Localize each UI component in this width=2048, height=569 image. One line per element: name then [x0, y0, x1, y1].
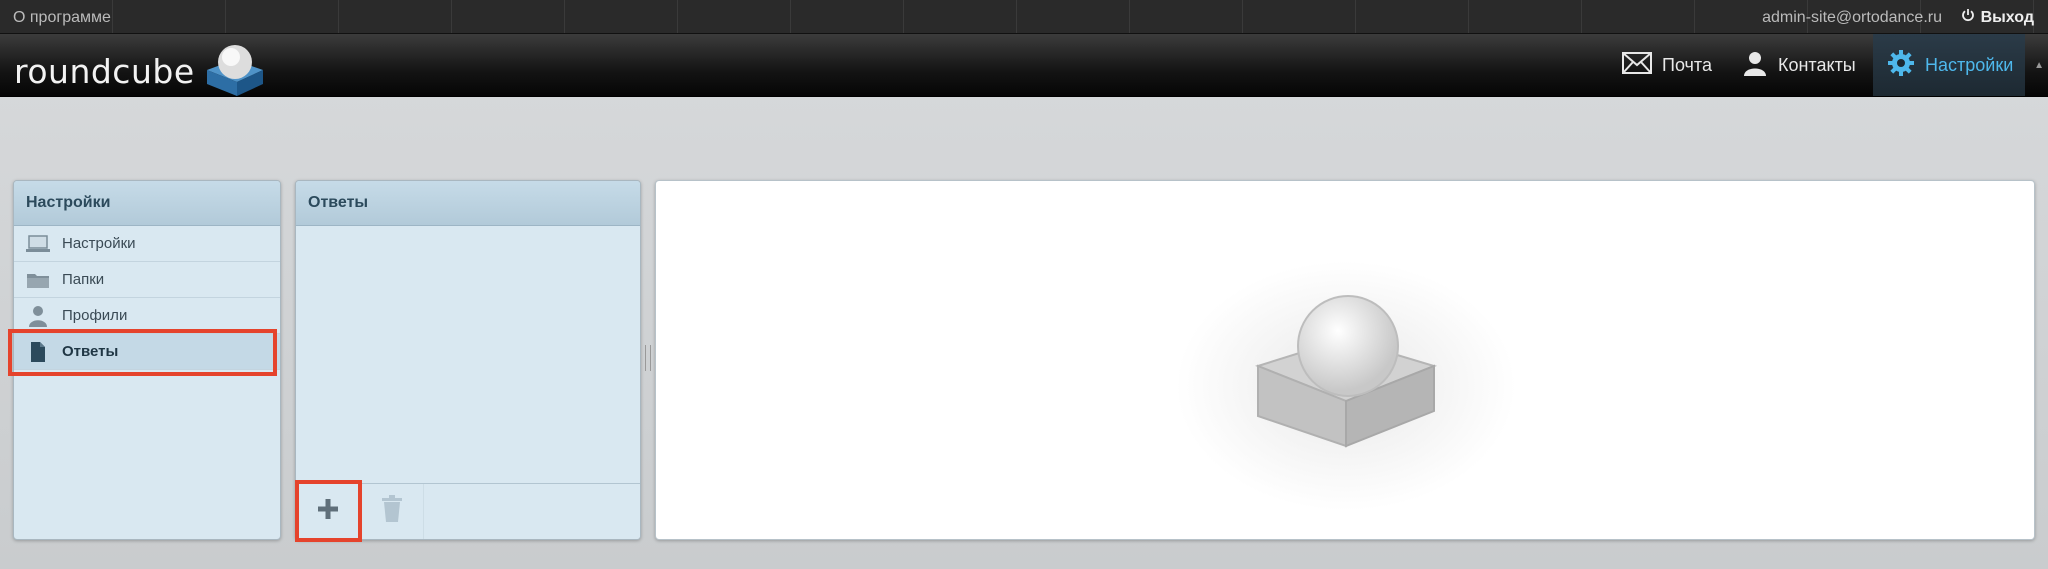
nav-contacts[interactable]: Контакты: [1742, 34, 1856, 96]
settings-item-label: Настройки: [62, 235, 136, 252]
responses-list[interactable]: [296, 226, 640, 486]
logout-label: Выход: [1980, 8, 2034, 26]
settings-item-label: Папки: [62, 271, 105, 288]
trash-icon: [381, 495, 403, 528]
gear-icon: [1887, 49, 1915, 82]
add-icon: [316, 497, 340, 526]
roundcube-watermark-icon: [1166, 251, 1526, 516]
nav-contacts-label: Контакты: [1778, 54, 1856, 75]
settings-panel: Настройки Настройки Папки Профили Ответы: [13, 180, 281, 540]
top-bar: О программе admin-site@ortodance.ru Выхо…: [0, 0, 2048, 34]
content-panel: [655, 180, 2035, 540]
delete-response-button[interactable]: [360, 484, 424, 539]
power-icon: [1961, 8, 1975, 27]
logo-text: roundcube: [14, 52, 195, 91]
panel-splitter[interactable]: [645, 345, 651, 371]
person-icon: [1742, 50, 1768, 81]
user-email: admin-site@ortodance.ru: [1762, 9, 1942, 26]
nav-settings[interactable]: Настройки: [1873, 34, 2025, 96]
settings-item-preferences[interactable]: Настройки: [14, 226, 280, 262]
nav-mail[interactable]: Почта: [1622, 34, 1712, 96]
settings-item-label: Ответы: [62, 343, 119, 360]
responses-panel: Ответы: [295, 180, 641, 540]
envelope-icon: [1622, 51, 1652, 79]
logout-button[interactable]: Выход: [1961, 8, 2034, 27]
settings-item-responses[interactable]: Ответы: [14, 334, 280, 370]
user-icon: [26, 305, 50, 327]
settings-item-label: Профили: [62, 307, 128, 324]
settings-nav-list: Настройки Папки Профили Ответы: [14, 226, 280, 370]
collapse-arrow-icon[interactable]: ▲: [2034, 60, 2044, 71]
computer-icon: [26, 233, 50, 255]
nav-settings-label: Настройки: [1925, 54, 2014, 75]
responses-panel-title: Ответы: [296, 181, 640, 226]
nav-mail-label: Почта: [1662, 54, 1712, 75]
roundcube-logo-icon: [201, 40, 267, 103]
add-response-button[interactable]: [296, 484, 360, 539]
header: roundcube Почта Контакты Настройки ▲: [0, 34, 2048, 97]
responses-toolbar: [296, 483, 640, 539]
settings-panel-title: Настройки: [14, 181, 280, 226]
settings-item-identities[interactable]: Профили: [14, 298, 280, 334]
logo[interactable]: roundcube: [14, 40, 267, 103]
about-link[interactable]: О программе: [13, 9, 111, 27]
folder-icon: [26, 269, 50, 291]
document-icon: [26, 341, 50, 363]
settings-item-folders[interactable]: Папки: [14, 262, 280, 298]
